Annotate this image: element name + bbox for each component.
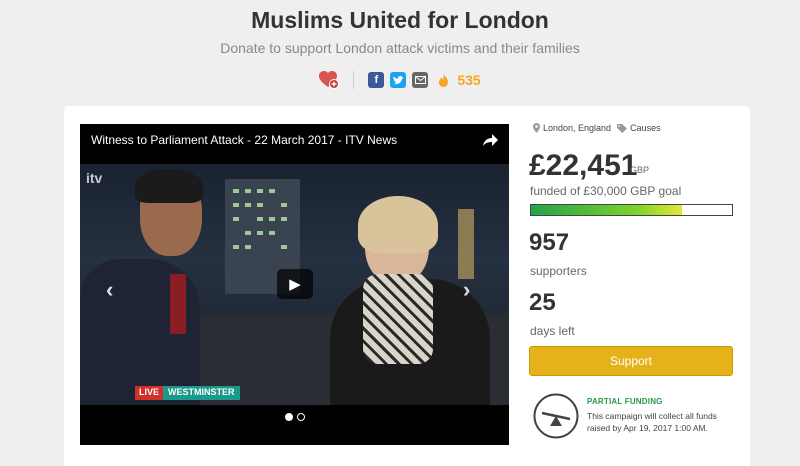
funding-progress-fill: [531, 205, 682, 215]
witness-hair: [358, 196, 438, 254]
balance-scale-icon: [533, 393, 579, 439]
reporter-tie: [170, 274, 186, 334]
amount-raised: £22,451: [529, 149, 638, 182]
slide-dots: [80, 413, 509, 421]
days-left-count: 25: [529, 289, 556, 316]
currency-label: GBP: [630, 165, 650, 175]
video-player[interactable]: Witness to Parliament Attack - 22 March …: [80, 124, 509, 445]
location-label: WESTMINSTER: [163, 386, 240, 400]
play-button[interactable]: ▶: [277, 269, 313, 299]
category-link[interactable]: Causes: [630, 123, 661, 133]
video-title[interactable]: Witness to Parliament Attack - 22 March …: [91, 133, 397, 147]
divider: [353, 71, 355, 89]
fire-icon: [438, 73, 449, 87]
page-title: Muslims United for London: [251, 7, 549, 33]
heart-plus-icon[interactable]: [319, 71, 340, 89]
supporters-label: supporters: [530, 264, 587, 278]
live-badge: LIVE WESTMINSTER: [135, 386, 240, 400]
partial-funding-title: PARTIAL FUNDING: [587, 397, 663, 406]
video-frame[interactable]: itv LIVE WESTMINSTER ▶: [80, 164, 509, 405]
channel-logo: itv: [86, 170, 103, 186]
supporters-count: 957: [529, 229, 570, 256]
facebook-icon[interactable]: f: [368, 72, 385, 88]
fire-count: 535: [457, 72, 481, 88]
live-label: LIVE: [135, 386, 164, 400]
partial-funding-text: This campaign will collect all funds rai…: [587, 411, 717, 433]
tag-icon: [617, 123, 628, 133]
witness-scarf: [363, 274, 433, 364]
reporter-hair: [135, 169, 203, 203]
support-button[interactable]: Support: [529, 346, 733, 376]
chevron-right-icon[interactable]: ›: [463, 277, 483, 302]
email-icon[interactable]: [412, 72, 429, 88]
campaign-card: Witness to Parliament Attack - 22 March …: [64, 106, 750, 466]
social-row: f 535: [0, 69, 800, 91]
location-pin-icon: [533, 123, 540, 133]
share-icon[interactable]: [481, 130, 499, 150]
slide-dot-1[interactable]: [284, 413, 293, 421]
chevron-left-icon[interactable]: ‹: [106, 277, 126, 302]
days-left-label: days left: [530, 324, 575, 338]
twitter-icon[interactable]: [390, 72, 407, 88]
clock-tower: [458, 209, 474, 279]
goal-text: funded of £30,000 GBP goal: [530, 184, 682, 198]
campaign-meta: London, England Causes: [533, 123, 661, 133]
location-link[interactable]: London, England: [543, 123, 611, 133]
page-subtitle: Donate to support London attack victims …: [220, 40, 580, 56]
funding-progress-bar: [530, 204, 733, 216]
slide-dot-2[interactable]: [296, 413, 305, 421]
